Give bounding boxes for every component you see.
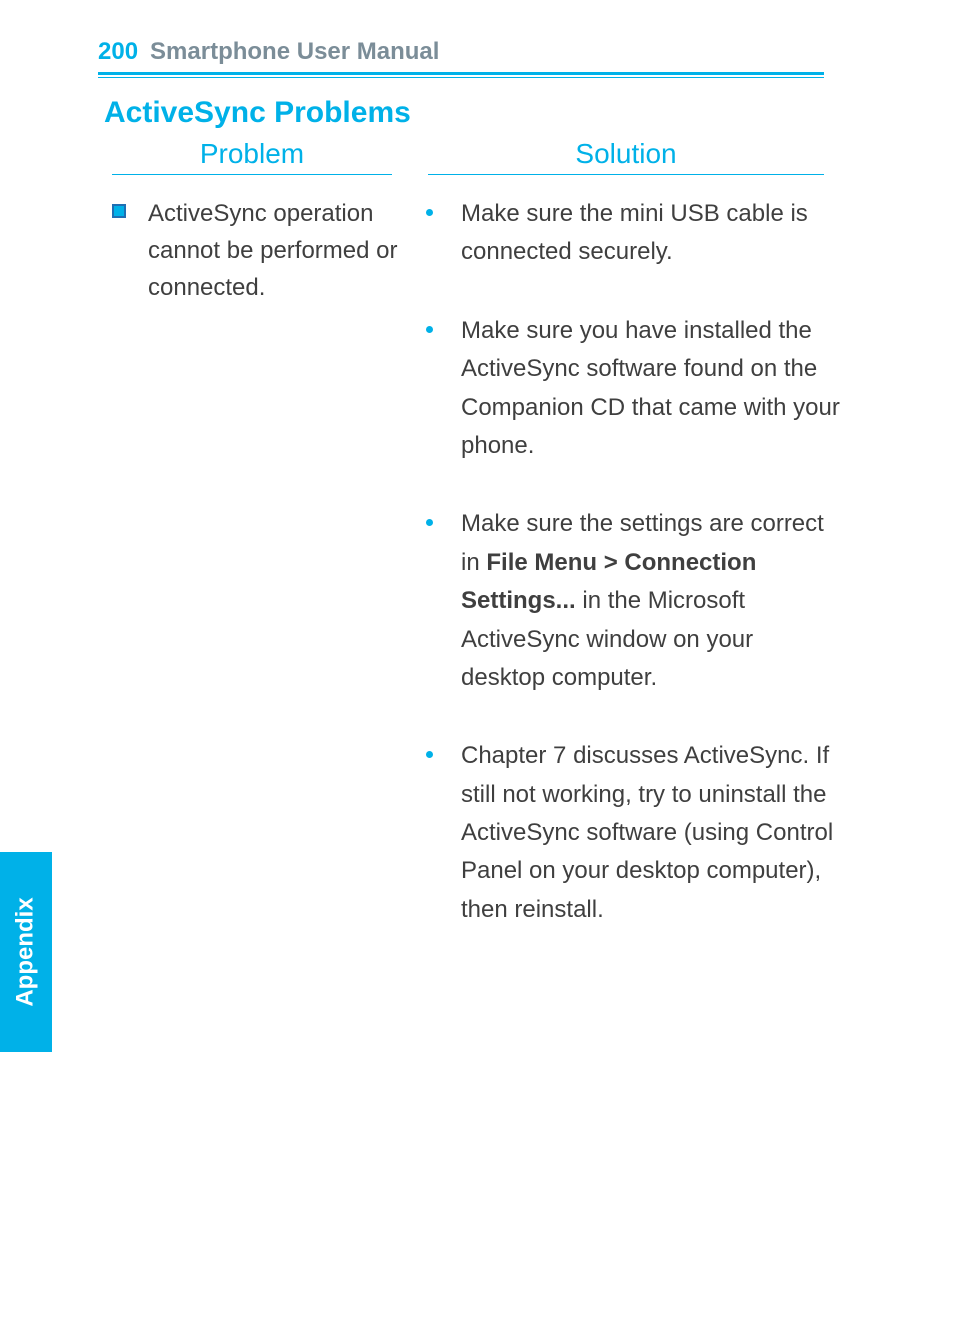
solution-item: Make sure the mini USB cable is connecte…	[416, 195, 842, 272]
solution-item: Make sure the settings are correct in Fi…	[416, 505, 842, 697]
manual-title: Smartphone User Manual	[150, 38, 439, 66]
side-tab-label: Appendix	[12, 897, 40, 1006]
solution-item: Make sure you have installed the ActiveS…	[416, 312, 842, 466]
solution-column: Make sure the mini USB cable is connecte…	[412, 195, 842, 969]
dot-bullet-icon	[426, 751, 433, 758]
solution-text: Chapter 7 discusses ActiveSync. If still…	[461, 737, 842, 929]
square-bullet-icon	[112, 204, 126, 218]
problem-text: ActiveSync operation cannot be performed…	[148, 195, 412, 307]
side-tab: Appendix	[0, 852, 52, 1052]
dot-bullet-icon	[426, 326, 433, 333]
problem-column-header: Problem	[112, 138, 392, 175]
column-headers: Problem Solution	[112, 138, 824, 175]
solution-column-header: Solution	[428, 138, 824, 175]
page-header: 200 Smartphone User Manual	[98, 38, 824, 75]
solution-text: Make sure the mini USB cable is connecte…	[461, 195, 842, 272]
dot-bullet-icon	[426, 519, 433, 526]
solution-text: Make sure the settings are correct in Fi…	[461, 505, 842, 697]
content-row: ActiveSync operation cannot be performed…	[112, 195, 842, 969]
solution-item: Chapter 7 discusses ActiveSync. If still…	[416, 737, 842, 929]
section-title: ActiveSync Problems	[104, 96, 411, 130]
page-number: 200	[98, 38, 138, 66]
problem-column: ActiveSync operation cannot be performed…	[112, 195, 412, 969]
dot-bullet-icon	[426, 209, 433, 216]
problem-item: ActiveSync operation cannot be performed…	[112, 195, 412, 307]
solution-text: Make sure you have installed the ActiveS…	[461, 312, 842, 466]
